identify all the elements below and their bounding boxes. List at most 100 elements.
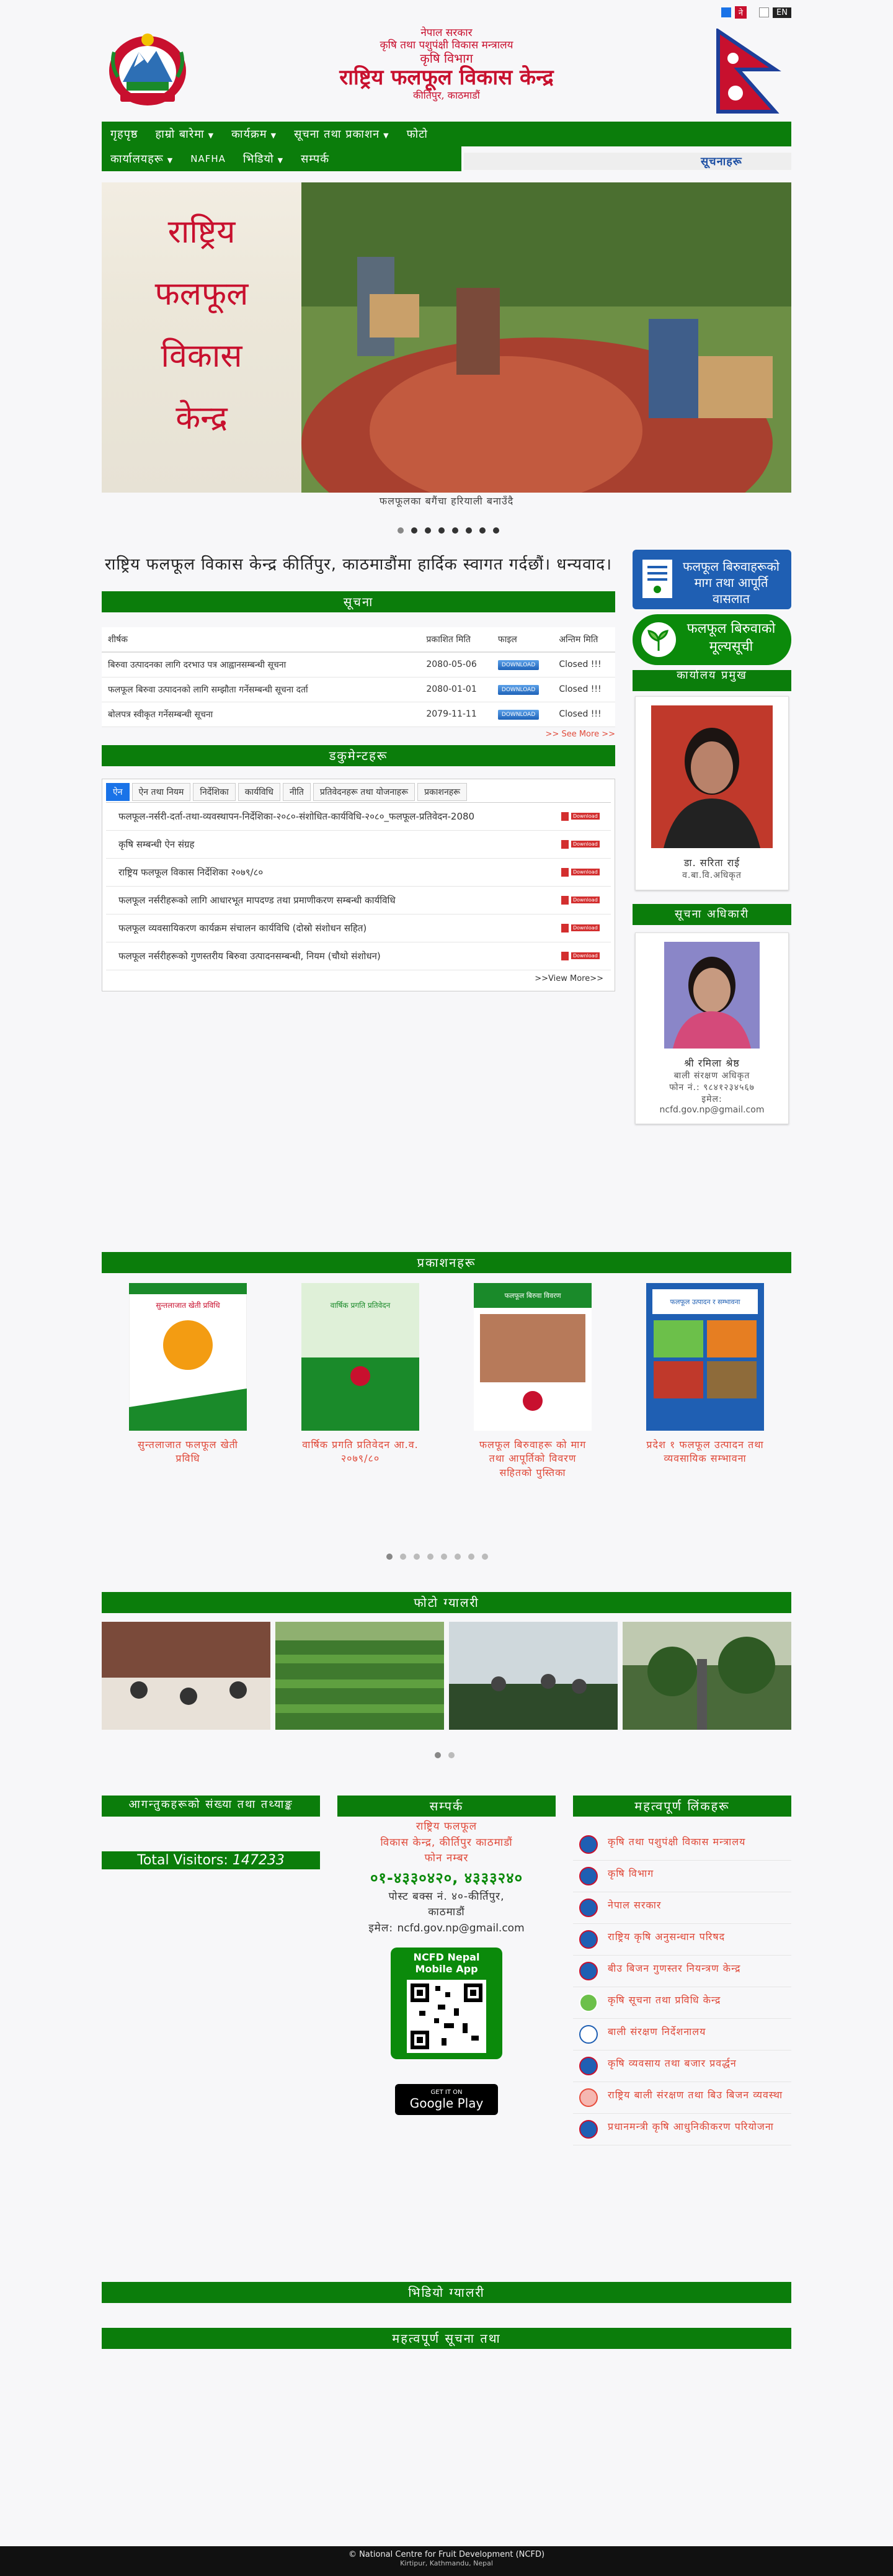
contact-email[interactable]: ncfd.gov.np@gmail.com	[398, 1922, 525, 1934]
publication-item[interactable]: वार्षिक प्रगति प्रतिवेदन वार्षिक प्रगति …	[301, 1283, 419, 1480]
slider-dot[interactable]	[466, 527, 472, 534]
list-item[interactable]: बीउ बिजन गुणस्तर नियन्त्रण केन्द्र	[573, 1956, 791, 1987]
news-ticker[interactable]: सूचनाहरू	[464, 153, 791, 170]
carousel-dot[interactable]	[435, 1752, 441, 1758]
list-item[interactable]: राष्ट्रिय बाली संरक्षण तथा बिउ बिजन व्यव…	[573, 2082, 791, 2114]
banner-word-2: फलफूल	[154, 275, 249, 313]
carousel-dot[interactable]	[448, 1752, 455, 1758]
pdf-download-icon[interactable]	[561, 811, 600, 821]
gallery-photo-orchard[interactable]	[623, 1622, 791, 1730]
tab-policy[interactable]: नीति	[282, 782, 311, 801]
nav-video[interactable]: भिडियो ▼	[234, 151, 292, 166]
google-play-button[interactable]: GET IT ON Google Play	[395, 2084, 498, 2115]
link-text[interactable]: प्रधानमन्त्री कृषि आधुनिकीकरण परियोजना	[608, 2120, 774, 2134]
list-item[interactable]: कृषि सूचना तथा प्रविधि केन्द्र	[573, 1987, 791, 2019]
nepali-language-button[interactable]: ने	[734, 6, 747, 19]
list-item[interactable]: कृषि व्यवसाय तथा बजार प्रवर्द्धन	[573, 2051, 791, 2082]
publication-item[interactable]: सुन्तलाजात खेती प्रविधि सुन्तलाजात फलफूल…	[128, 1282, 247, 1480]
gallery-photo-greenhouse[interactable]	[449, 1622, 618, 1730]
list-item[interactable]: कृषि विभाग	[573, 1861, 791, 1892]
carousel-dot[interactable]	[468, 1554, 474, 1560]
pdf-download-icon[interactable]	[561, 895, 600, 905]
publication-title[interactable]: प्रदेश १ फलफूल उत्पादन तथा व्यवसायिक सम्…	[646, 1438, 764, 1466]
publication-item[interactable]: फलफूल उत्पादन र सम्भावना प्रदेश १ फलफूल …	[646, 1283, 764, 1480]
list-item[interactable]: बाली संरक्षण निर्देशनालय	[573, 2019, 791, 2051]
notice-title[interactable]: बिरुवा उत्पादनका लागि दरभाउ पत्र आह्वानस…	[102, 651, 420, 678]
carousel-dot[interactable]	[482, 1554, 488, 1560]
link-text[interactable]: कृषि सूचना तथा प्रविधि केन्द्र	[608, 1993, 721, 2007]
demand-supply-banner[interactable]: फलफूल बिरुवाहरूको माग तथा आपूर्ति वासलात	[633, 550, 791, 609]
download-button[interactable]: DOWNLOAD	[497, 685, 540, 695]
document-title[interactable]: फलफूल नर्सरीहरूको लागि आधारभूत मापदण्ड त…	[118, 894, 540, 906]
info-officer-email[interactable]: ncfd.gov.np@gmail.com	[642, 1105, 782, 1115]
link-text[interactable]: बाली संरक्षण निर्देशनालय	[608, 2025, 706, 2039]
view-more-link[interactable]: >>View More>>	[106, 970, 611, 987]
tab-procedure[interactable]: कार्यविधि	[238, 782, 280, 801]
document-title[interactable]: फलफूल व्यवसायिकरण कार्यक्रम संचालन कार्य…	[118, 922, 540, 934]
publication-item[interactable]: फलफूल बिरुवा विवरण फलफूल बिरुवाहरू को मा…	[474, 1283, 592, 1480]
nav-information[interactable]: सूचना तथा प्रकाशन ▼	[285, 127, 398, 141]
pdf-download-icon[interactable]	[561, 923, 600, 933]
carousel-dot[interactable]	[386, 1554, 393, 1560]
price-list-banner[interactable]: फलफूल बिरुवाको मूल्यसूची	[633, 614, 791, 665]
notice-title[interactable]: बोलपत्र स्वीकृत गर्नेसम्बन्धी सूचना	[102, 702, 420, 727]
tab-guideline[interactable]: निर्देशिका	[193, 782, 236, 801]
slider-dot[interactable]	[398, 527, 404, 534]
list-item[interactable]: नेपाल सरकार	[573, 1892, 791, 1924]
slider-dot[interactable]	[452, 527, 458, 534]
carousel-dot[interactable]	[455, 1554, 461, 1560]
nav-about[interactable]: हाम्रो बारेमा ▼	[147, 127, 223, 141]
slider-dot[interactable]	[411, 527, 417, 534]
list-item[interactable]: कृषि तथा पशुपंक्षी विकास मन्त्रालय	[573, 1829, 791, 1861]
pdf-download-icon[interactable]	[561, 867, 600, 877]
hero-slider[interactable]: राष्ट्रिय फलफूल विकास केन्द्र	[102, 182, 791, 493]
mobile-app-qr[interactable]: NCFD Nepal Mobile App	[391, 1948, 502, 2059]
publications-carousel: सुन्तलाजात खेती प्रविधि सुन्तलाजात फलफूल…	[102, 1282, 791, 1480]
english-language-button[interactable]: EN	[773, 7, 791, 18]
nav-home[interactable]: गृहपृष्ठ	[102, 127, 147, 141]
pdf-download-icon[interactable]	[561, 839, 600, 849]
slider-dot[interactable]	[493, 527, 499, 534]
nav-offices[interactable]: कार्यालयहरू ▼	[102, 151, 182, 166]
link-text[interactable]: कृषि व्यवसाय तथा बजार प्रवर्द्धन	[608, 2057, 737, 2070]
document-title[interactable]: राष्ट्रिय फलफूल विकास निर्देशिका २०७९/८०	[118, 866, 540, 879]
publication-title[interactable]: सुन्तलाजात फलफूल खेती प्रविधि	[129, 1438, 247, 1466]
carousel-dot[interactable]	[400, 1554, 406, 1560]
gallery-photo-seedlings[interactable]	[275, 1622, 444, 1730]
list-item[interactable]: राष्ट्रिय कृषि अनुसन्धान परिषद	[573, 1924, 791, 1956]
nav-photo[interactable]: फोटो	[398, 127, 437, 141]
pdf-download-icon[interactable]	[561, 950, 600, 961]
slider-dot[interactable]	[479, 527, 486, 534]
nav-nafha[interactable]: NAFHA	[182, 153, 234, 164]
slider-dot[interactable]	[438, 527, 445, 534]
download-button[interactable]: DOWNLOAD	[497, 710, 540, 720]
link-text[interactable]: कृषि विभाग	[608, 1867, 654, 1881]
notice-title[interactable]: फलफूल बिरुवा उत्पादनको लागि सम्झौता गर्न…	[102, 677, 420, 702]
english-checkbox[interactable]	[759, 7, 770, 17]
download-button[interactable]: DOWNLOAD	[497, 660, 540, 670]
tab-act-rules[interactable]: ऐन तथा नियम	[131, 782, 191, 801]
gallery-photo-meeting[interactable]	[102, 1622, 270, 1730]
link-text[interactable]: राष्ट्रिय कृषि अनुसन्धान परिषद	[608, 1930, 725, 1944]
link-text[interactable]: नेपाल सरकार	[608, 1898, 661, 1912]
nepali-checkbox[interactable]	[721, 7, 731, 17]
slider-dot[interactable]	[425, 527, 431, 534]
carousel-dot[interactable]	[441, 1554, 447, 1560]
link-text[interactable]: कृषि तथा पशुपंक्षी विकास मन्त्रालय	[608, 1835, 745, 1849]
publication-title[interactable]: फलफूल बिरुवाहरू को माग तथा आपूर्तिको विव…	[474, 1438, 592, 1480]
tab-act[interactable]: ऐन	[106, 782, 130, 801]
document-title[interactable]: कृषि सम्बन्धी ऐन संग्रह	[118, 838, 540, 851]
carousel-dot[interactable]	[414, 1554, 420, 1560]
link-text[interactable]: राष्ट्रिय बाली संरक्षण तथा बिउ बिजन व्यव…	[608, 2088, 783, 2102]
tab-reports[interactable]: प्रतिवेदनहरू तथा योजनाहरू	[313, 782, 415, 801]
nav-programs[interactable]: कार्यक्रम ▼	[223, 127, 285, 141]
tab-publications[interactable]: प्रकाशनहरू	[417, 782, 468, 801]
carousel-dot[interactable]	[427, 1554, 433, 1560]
publication-title[interactable]: वार्षिक प्रगति प्रतिवेदन आ.व. २०७९/८०	[301, 1438, 419, 1466]
document-title[interactable]: फलफूल-नर्सरी-दर्ता-तथा-व्यवस्थापन-निर्दे…	[118, 810, 540, 823]
document-title[interactable]: फलफूल नर्सरीहरूको गुणस्तरीय बिरुवा उत्पा…	[118, 950, 540, 962]
see-more-link[interactable]: >> See More >>	[102, 727, 615, 741]
list-item[interactable]: प्रधानमन्त्री कृषि आधुनिकीकरण परियोजना	[573, 2114, 791, 2145]
nav-contact[interactable]: सम्पर्क	[292, 151, 338, 166]
link-text[interactable]: बीउ बिजन गुणस्तर नियन्त्रण केन्द्र	[608, 1962, 741, 1975]
